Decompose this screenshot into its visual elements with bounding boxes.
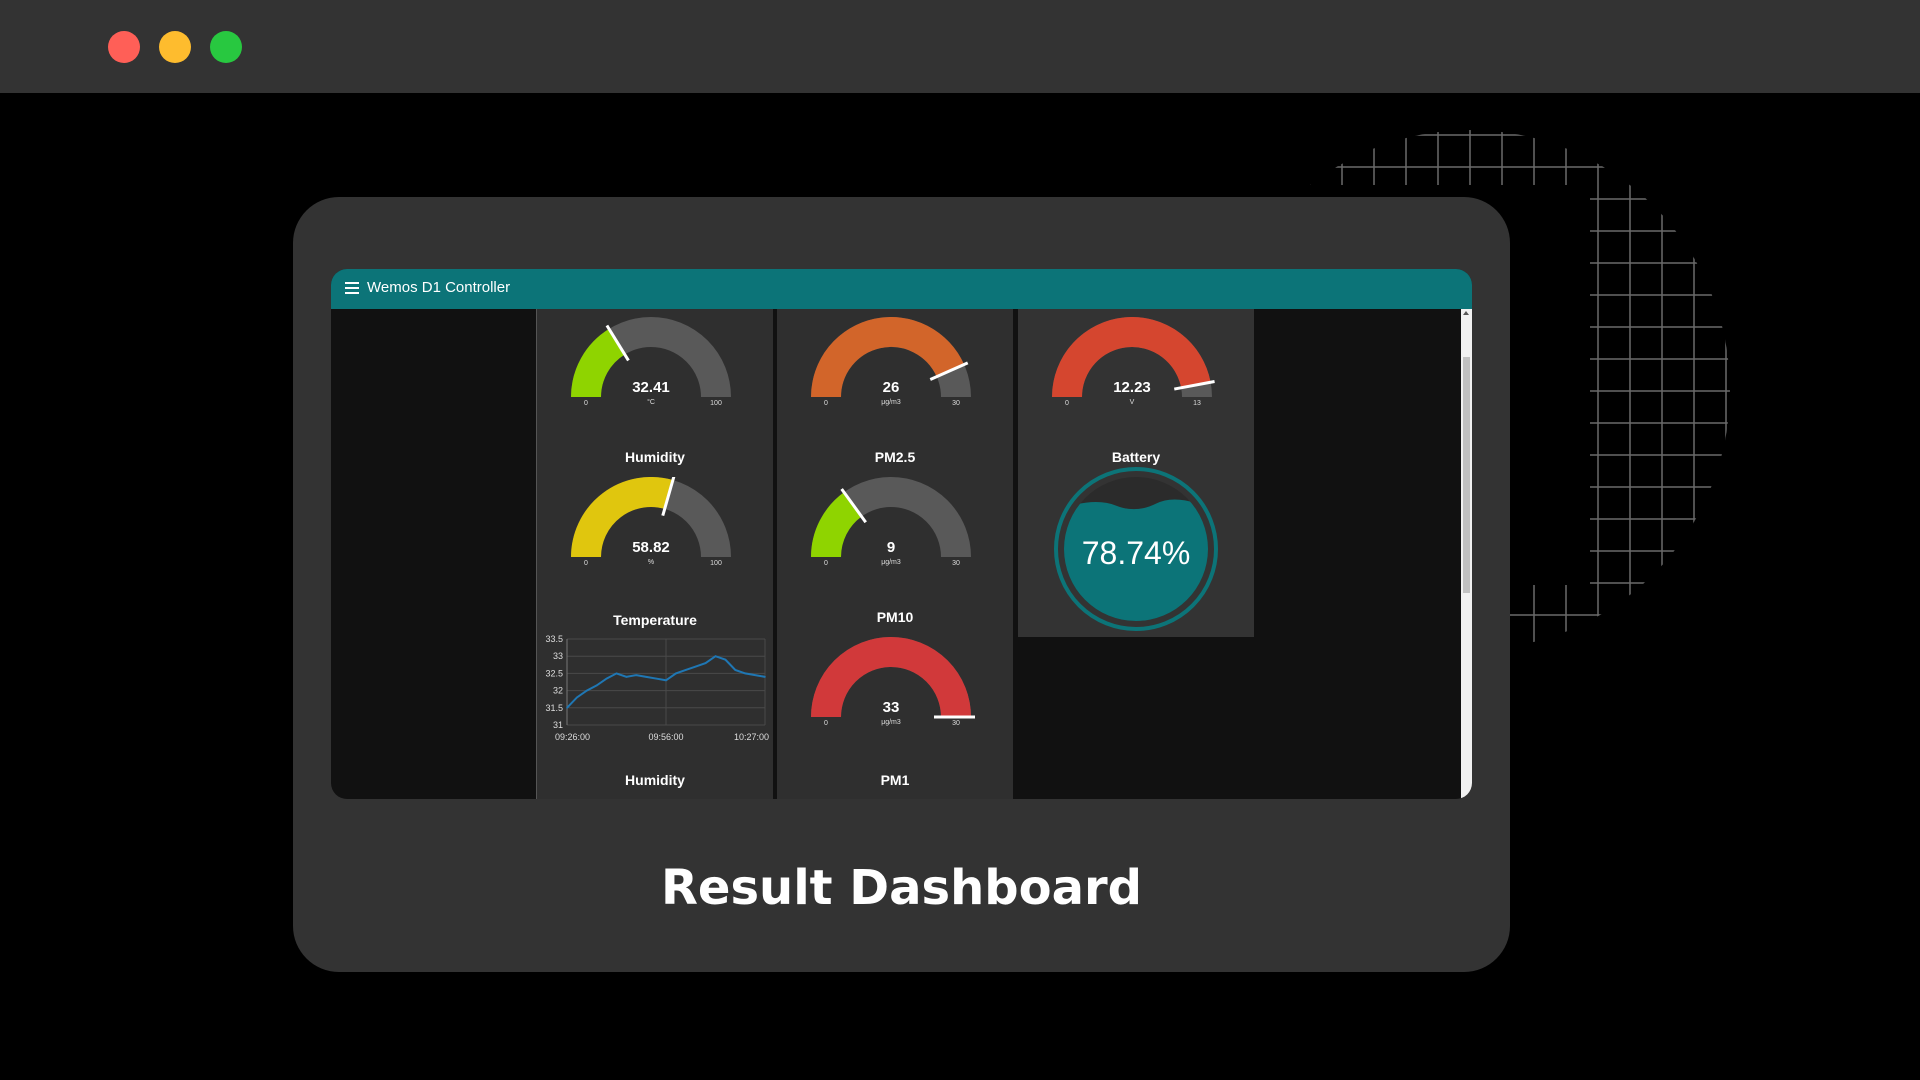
close-window-button[interactable] [108,31,140,63]
temperature-chart-title: Temperature [613,612,697,628]
content-scrollbar[interactable] [1461,309,1472,799]
group-power: 12.23 V 0 13 Battery 78.74% [1018,309,1254,637]
temperature-gauge: 32.41 °C 0 100 [571,317,731,407]
x-tick-label: 09:56:00 [648,732,683,742]
voltage-gauge: 12.23 V 0 13 [1052,317,1215,407]
temperature-data-point [625,676,628,678]
gauge-min-label: 0 [1065,400,1069,407]
pm10-gauge: 33 μg/m3 0 30 [811,637,975,727]
humidity-chart-title: Humidity [625,772,685,788]
pm25-gauge: 9 μg/m3 0 30 [811,477,971,567]
temperature-data-point [655,677,657,680]
gauge-value: 9 [887,539,895,556]
temperature-data-point [704,662,707,664]
y-tick-label: 33 [553,651,563,661]
gauge-fill [571,328,626,398]
y-tick-label: 33.5 [545,634,563,644]
temperature-data-point [685,669,687,671]
x-tick-label: 09:26:00 [555,732,590,742]
temperature-data-point [734,669,737,671]
gauge-value: 32.41 [632,379,670,396]
gauge-max-label: 30 [952,560,960,567]
dashboard-screenshot: Wemos D1 Controller 32.41 °C 0 100 Humidity… [331,269,1472,799]
maximize-window-button[interactable] [210,31,242,63]
app-toolbar: Wemos D1 Controller [331,269,1472,309]
temperature-data-point [586,689,588,692]
battery-level-indicator: 78.74% [1054,467,1218,631]
scrollbar-thumb[interactable] [1463,357,1470,593]
y-tick-label: 31.5 [545,703,563,713]
temperature-data-point [665,679,667,682]
temperature-data-point [694,665,697,668]
temperature-data-point [615,672,618,675]
x-tick-label: 10:27:00 [734,732,769,742]
gauge-unit: °C [647,398,655,406]
humidity-gauge: 58.82% 0 100 [571,477,731,567]
gauge-max-label: 100 [710,400,722,407]
battery-percentage: 78.74% [1082,535,1191,571]
gauge-unit: μg/m3 [881,399,901,406]
gauge-max-label: 13 [1193,400,1201,407]
gauge-min-label: 0 [824,720,828,727]
gauge-min-label: 0 [824,400,828,407]
pm10-title: PM10 [876,609,914,625]
battery-title: Battery [1111,449,1161,465]
group-air-quality: 26 μg/m3 0 30 PM2.5 9 μg/m3 0 30 PM10 33 μg/m3 0… [777,309,1013,799]
app-title: Wemos D1 Controller [367,279,511,296]
temperature-data-point [724,658,727,661]
temperature-data-point [754,674,756,676]
humidity-title: Humidity [625,449,685,465]
temperature-data-point [605,677,608,680]
minimize-window-button[interactable] [159,31,191,63]
temperature-data-point [595,684,598,687]
gauge-max-label: 30 [952,720,960,727]
menu-icon[interactable] [345,282,359,294]
gauge-min-label: 0 [824,560,828,567]
gauge-unit: V [1130,399,1135,406]
temperature-data-point [566,707,568,709]
pm25-top-gauge: 26 μg/m3 0 30 [811,317,971,407]
scroll-up-arrow-icon[interactable] [1463,311,1469,315]
gauge-value: 33 [883,699,900,716]
dashboard-content: 32.41 °C 0 100 Humidity 58.82% 0 100 Temperat… [331,309,1461,799]
y-tick-label: 31 [553,720,563,730]
pm1-title: PM1 [880,772,910,788]
y-tick-label: 32 [553,686,563,696]
temperature-data-point [714,655,717,657]
temperature-data-point [645,676,647,678]
result-dashboard-heading: Result Dashboard [660,860,1143,916]
temperature-data-point [764,676,766,678]
gauge-value: 58.82 [632,539,670,556]
y-tick-label: 32.5 [545,668,563,678]
gauge-max-label: 100 [710,560,722,567]
temperature-data-point [744,672,746,675]
gauge-unit: μg/m3 [881,719,901,726]
gauge-fill [811,492,863,558]
gauge-unit: % [648,559,654,566]
gauge-value: 26 [883,379,900,396]
temperature-data-point [675,672,677,675]
window-titlebar [0,0,1920,93]
gauge-unit: μg/m3 [881,559,901,566]
gauge-min-label: 0 [584,400,588,407]
group-environment: 32.41 °C 0 100 Humidity 58.82% 0 100 Temperat… [536,309,773,799]
temperature-chart: 33.5 33 32.5 32 31.5 31 09:26:00 09:56:00 10:27:… [545,634,769,742]
pm25-title: PM2.5 [874,449,916,465]
gauge-max-label: 30 [952,400,960,407]
temperature-data-point [635,674,638,676]
gauge-value: 12.23 [1113,379,1151,396]
temperature-data-point [576,696,578,699]
gauge-min-label: 0 [584,560,588,567]
